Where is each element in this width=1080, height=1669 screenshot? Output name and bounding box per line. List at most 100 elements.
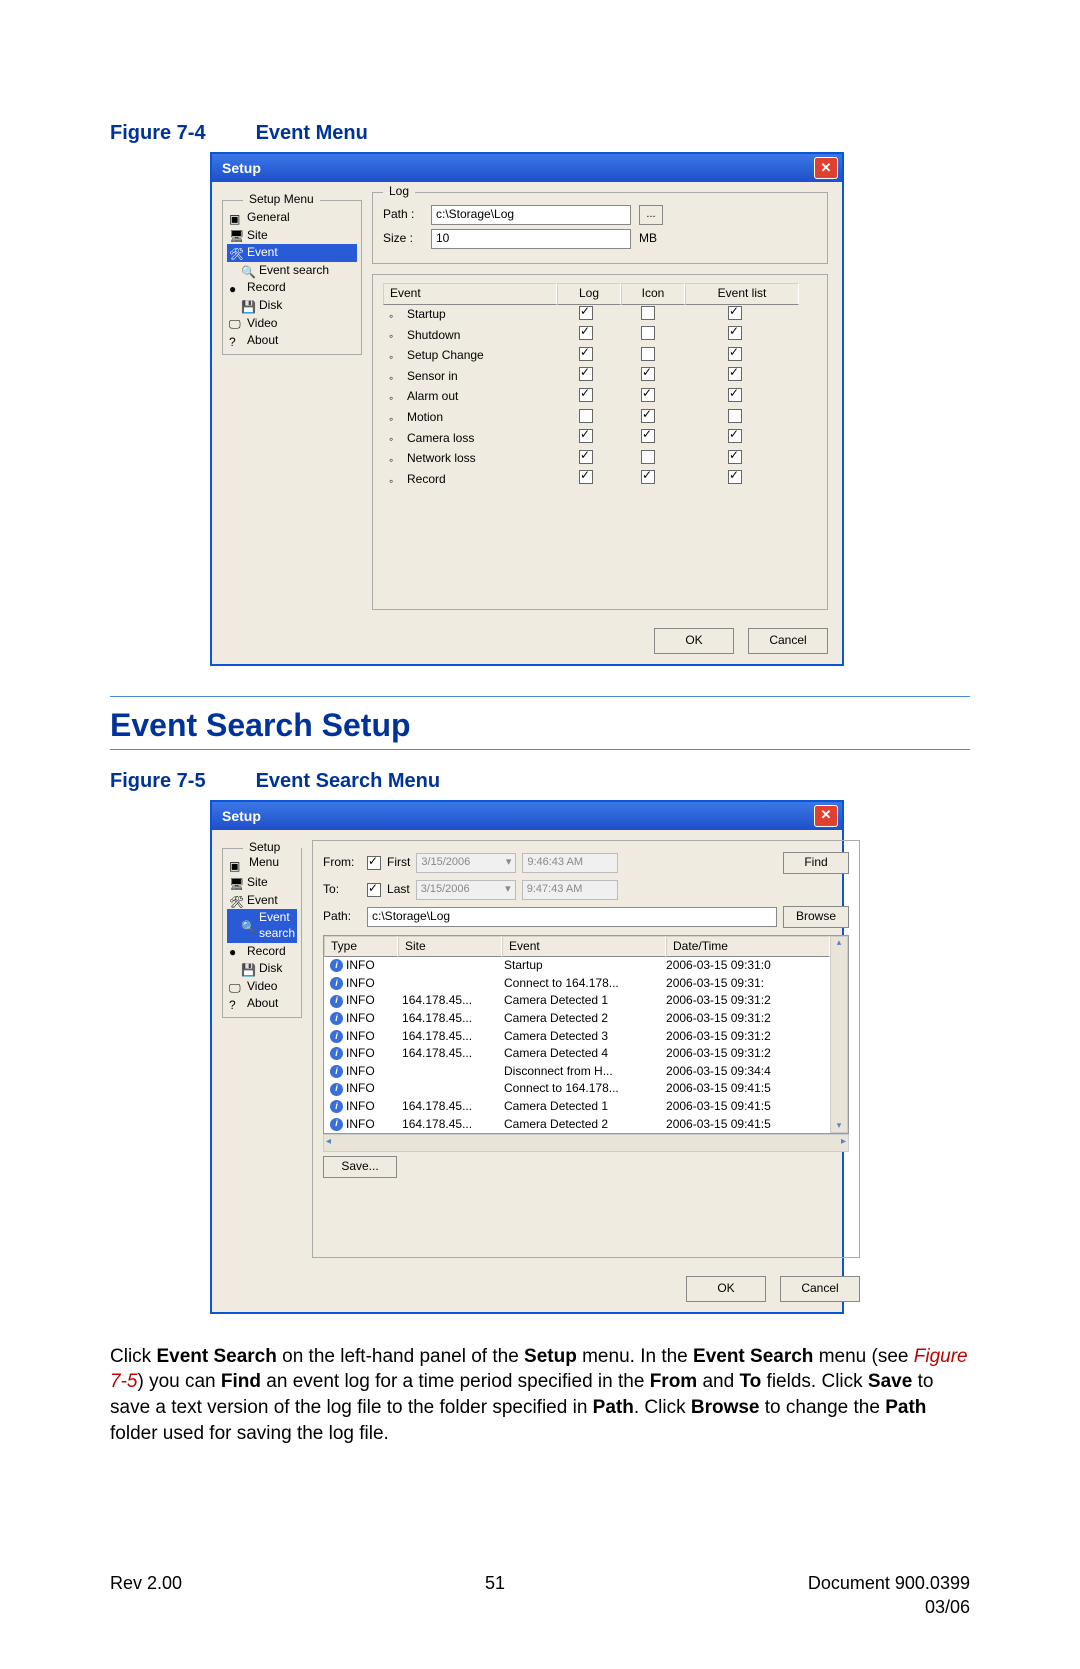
icon-checkbox[interactable] bbox=[641, 367, 655, 381]
titlebar: Setup ✕ bbox=[212, 802, 842, 830]
sidebar-item-event[interactable]: 🛠Event bbox=[227, 892, 297, 910]
info-icon: i bbox=[330, 1030, 343, 1043]
from-date[interactable]: 3/15/2006▾ bbox=[416, 853, 516, 873]
titlebar: Setup ✕ bbox=[212, 154, 842, 182]
info-icon: i bbox=[330, 1083, 343, 1096]
screenshot-event-search-menu: Setup ✕ Setup Menu ▣General 🖥Site 🛠Event… bbox=[210, 800, 844, 1314]
icon-checkbox[interactable] bbox=[641, 347, 655, 361]
last-checkbox[interactable] bbox=[367, 883, 381, 897]
to-label: To: bbox=[323, 882, 361, 898]
eventlist-checkbox[interactable] bbox=[728, 409, 742, 423]
event-row: ◦Setup Change bbox=[383, 346, 817, 367]
event-row: ◦Startup bbox=[383, 305, 817, 326]
info-icon: i bbox=[330, 1100, 343, 1113]
figure-caption-1: Figure 7-4Event Menu bbox=[110, 120, 970, 146]
sidebar-item-event-search[interactable]: 🔍Event search bbox=[227, 909, 297, 942]
cancel-button[interactable]: Cancel bbox=[780, 1276, 860, 1302]
list-header: Type Site Event Date/Time bbox=[324, 936, 830, 958]
sidebar-item-record[interactable]: ●Record bbox=[227, 279, 357, 297]
list-row[interactable]: iINFO164.178.45...Camera Detected 12006-… bbox=[324, 1098, 830, 1116]
eventlist-checkbox[interactable] bbox=[728, 450, 742, 464]
sidebar-item-video[interactable]: 🖵Video bbox=[227, 315, 357, 333]
sidebar-item-video[interactable]: 🖵Video bbox=[227, 978, 297, 996]
event-row: ◦Motion bbox=[383, 408, 817, 429]
event-row: ◦Record bbox=[383, 469, 817, 490]
list-row[interactable]: iINFO164.178.45...Camera Detected 22006-… bbox=[324, 1010, 830, 1028]
save-button[interactable]: Save... bbox=[323, 1156, 397, 1178]
sidebar-item-site[interactable]: 🖥Site bbox=[227, 227, 357, 245]
close-icon[interactable]: ✕ bbox=[814, 805, 838, 827]
log-checkbox[interactable] bbox=[579, 470, 593, 484]
sidebar-item-general[interactable]: ▣General bbox=[227, 209, 357, 227]
log-group-label: Log bbox=[383, 184, 415, 200]
eventlist-checkbox[interactable] bbox=[728, 326, 742, 340]
eventlist-checkbox[interactable] bbox=[728, 347, 742, 361]
path-input[interactable]: c:\Storage\Log bbox=[431, 205, 631, 225]
from-label: From: bbox=[323, 855, 361, 871]
path-label: Path : bbox=[383, 207, 423, 223]
eventlist-checkbox[interactable] bbox=[728, 367, 742, 381]
list-row[interactable]: iINFODisconnect from H...2006-03-15 09:3… bbox=[324, 1063, 830, 1081]
list-row[interactable]: iINFOStartup2006-03-15 09:31:0 bbox=[324, 957, 830, 975]
sidebar-item-disk[interactable]: 💾Disk bbox=[227, 297, 357, 315]
log-checkbox[interactable] bbox=[579, 409, 593, 423]
log-checkbox[interactable] bbox=[579, 388, 593, 402]
sidebar-item-event-search[interactable]: 🔍Event search bbox=[227, 262, 357, 280]
to-date[interactable]: 3/15/2006▾ bbox=[416, 880, 516, 900]
browse-dots-button[interactable]: ... bbox=[639, 205, 663, 225]
icon-checkbox[interactable] bbox=[641, 429, 655, 443]
list-row[interactable]: iINFOConnect to 164.178...2006-03-15 09:… bbox=[324, 975, 830, 993]
list-row[interactable]: iINFO164.178.45...Camera Detected 22006-… bbox=[324, 1116, 830, 1134]
info-icon: i bbox=[330, 1065, 343, 1078]
ok-button[interactable]: OK bbox=[686, 1276, 766, 1302]
sidebar-item-about[interactable]: ?About bbox=[227, 332, 357, 350]
list-row[interactable]: iINFO164.178.45...Camera Detected 12006-… bbox=[324, 992, 830, 1010]
browse-button[interactable]: Browse bbox=[783, 906, 849, 928]
event-row: ◦Shutdown bbox=[383, 325, 817, 346]
close-icon[interactable]: ✕ bbox=[814, 157, 838, 179]
list-row[interactable]: iINFO164.178.45...Camera Detected 32006-… bbox=[324, 1028, 830, 1046]
scrollbar-vertical[interactable]: ▴▾ bbox=[830, 936, 848, 1134]
eventlist-checkbox[interactable] bbox=[728, 388, 742, 402]
ok-button[interactable]: OK bbox=[654, 628, 734, 654]
first-checkbox[interactable] bbox=[367, 856, 381, 870]
icon-checkbox[interactable] bbox=[641, 388, 655, 402]
icon-checkbox[interactable] bbox=[641, 326, 655, 340]
info-icon: i bbox=[330, 959, 343, 972]
log-checkbox[interactable] bbox=[579, 450, 593, 464]
icon-checkbox[interactable] bbox=[641, 450, 655, 464]
icon-checkbox[interactable] bbox=[641, 409, 655, 423]
list-row[interactable]: iINFO164.178.45...Camera Detected 42006-… bbox=[324, 1045, 830, 1063]
log-checkbox[interactable] bbox=[579, 306, 593, 320]
sidebar-item-site[interactable]: 🖥Site bbox=[227, 874, 297, 892]
to-time[interactable]: 9:47:43 AM bbox=[522, 880, 618, 900]
sidebar-item-about[interactable]: ?About bbox=[227, 995, 297, 1013]
icon-checkbox[interactable] bbox=[641, 470, 655, 484]
body-paragraph: Click Event Search on the left-hand pane… bbox=[110, 1344, 970, 1447]
size-input[interactable]: 10 bbox=[431, 229, 631, 249]
sidebar-item-record[interactable]: ●Record bbox=[227, 943, 297, 961]
log-checkbox[interactable] bbox=[579, 429, 593, 443]
icon-checkbox[interactable] bbox=[641, 306, 655, 320]
sidebar-item-event[interactable]: 🛠Event bbox=[227, 244, 357, 262]
log-checkbox[interactable] bbox=[579, 326, 593, 340]
path-input2[interactable]: c:\Storage\Log bbox=[367, 907, 777, 927]
cancel-button[interactable]: Cancel bbox=[748, 628, 828, 654]
section-heading: Event Search Setup bbox=[110, 705, 970, 750]
list-row[interactable]: iINFOConnect to 164.178...2006-03-15 09:… bbox=[324, 1080, 830, 1098]
eventlist-checkbox[interactable] bbox=[728, 306, 742, 320]
find-button[interactable]: Find bbox=[783, 852, 849, 874]
scrollbar-horizontal[interactable]: ◂▸ bbox=[323, 1134, 849, 1152]
chevron-down-icon: ▾ bbox=[506, 855, 512, 869]
log-checkbox[interactable] bbox=[579, 347, 593, 361]
from-time[interactable]: 9:46:43 AM bbox=[522, 853, 618, 873]
info-icon: i bbox=[330, 1047, 343, 1060]
log-checkbox[interactable] bbox=[579, 367, 593, 381]
eventlist-checkbox[interactable] bbox=[728, 470, 742, 484]
sidebar-item-disk[interactable]: 💾Disk bbox=[227, 960, 297, 978]
eventlist-checkbox[interactable] bbox=[728, 429, 742, 443]
info-icon: i bbox=[330, 995, 343, 1008]
last-label: Last bbox=[387, 882, 410, 898]
info-icon: i bbox=[330, 1012, 343, 1025]
screenshot-event-menu: Setup ✕ Setup Menu ▣General 🖥Site 🛠Event… bbox=[210, 152, 844, 666]
